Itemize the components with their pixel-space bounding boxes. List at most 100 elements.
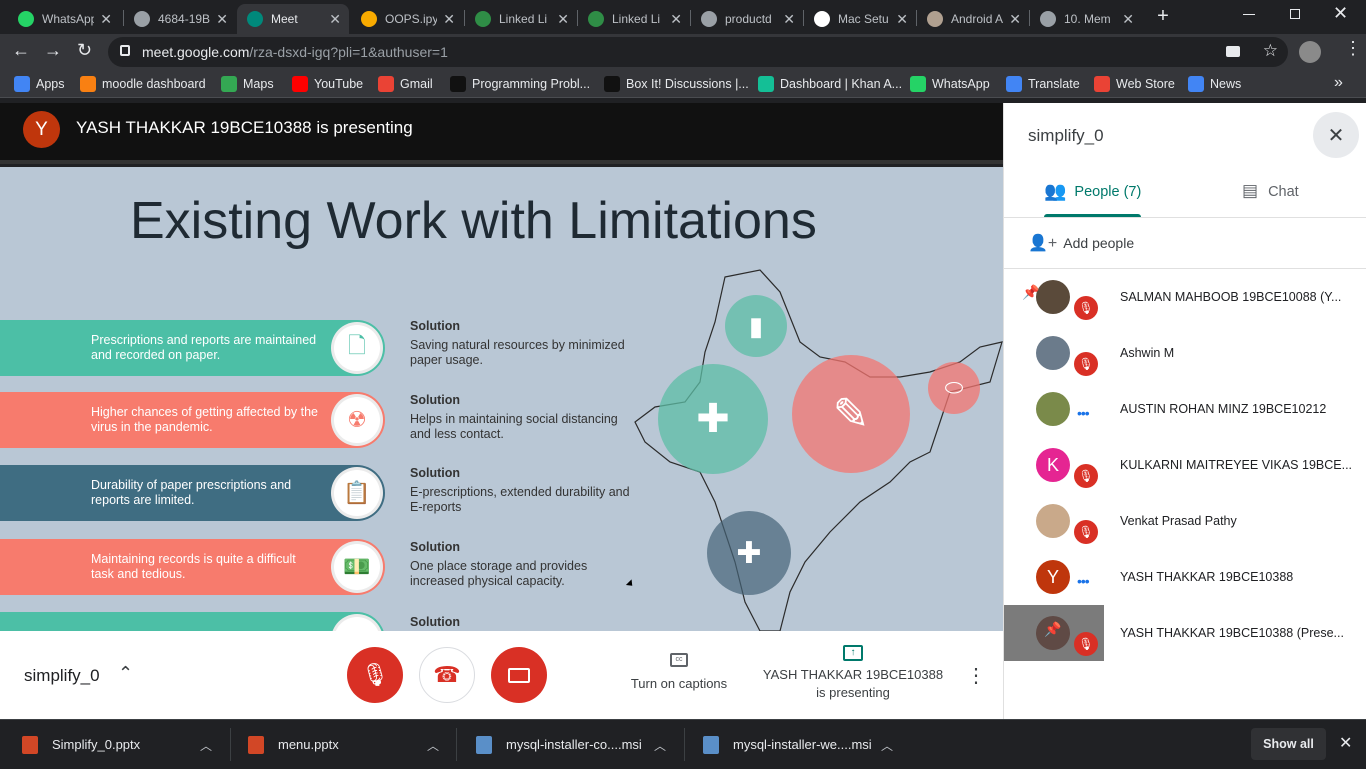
limitation-row: Durability of paper prescriptions and re… (0, 465, 385, 521)
participant-row[interactable]: 🎙 Venkat Prasad Pathy (1004, 493, 1366, 549)
new-tab-button[interactable]: + (1153, 6, 1173, 26)
tab-close-icon[interactable]: ✕ (216, 11, 228, 28)
participant-row[interactable]: 🎙 📌 SALMAN MAHBOOB 19BCE10088 (Y... (1004, 269, 1366, 325)
camera-icon[interactable] (1226, 46, 1240, 57)
forward-icon[interactable]: → (44, 40, 62, 61)
tab-close-icon[interactable]: ✕ (670, 11, 682, 28)
tab-title: OOPS.ipy (385, 12, 437, 26)
participant-row[interactable]: 🎙 📌 YASH THAKKAR 19BCE10388 (Prese... (1004, 605, 1366, 661)
bookmark-label: YouTube (314, 77, 364, 91)
bookmark-item[interactable]: Dashboard | Khan A... (758, 75, 902, 93)
microphone-muted-icon: 🎙 (1074, 464, 1098, 488)
bookmark-item[interactable]: moodle dashboard (80, 75, 206, 93)
presenting-banner: Y YASH THAKKAR 19BCE10388 is presenting (0, 103, 1003, 164)
tab-close-icon[interactable]: ✕ (1122, 11, 1134, 28)
tab-item[interactable]: productd ✕ (691, 4, 803, 34)
avatar (1036, 392, 1070, 426)
download-item[interactable]: mysql-installer-co....msi ︿ (476, 720, 686, 769)
bookmark-favicon-icon (1188, 76, 1204, 92)
bookmark-item[interactable]: YouTube (292, 75, 363, 93)
tab-item[interactable]: 4684-19B ✕ (124, 4, 236, 34)
captions-button[interactable]: cc Turn on captions (620, 653, 738, 691)
participant-row[interactable]: ••• AUSTIN ROHAN MINZ 19BCE10212 (1004, 381, 1366, 437)
bookmark-item[interactable]: Web Store (1094, 75, 1175, 93)
bookmark-item[interactable]: Maps (221, 75, 274, 93)
participant-row[interactable]: K 🎙 KULKARNI MAITREYEE VIKAS 19BCE... (1004, 437, 1366, 493)
show-all-button[interactable]: Show all (1251, 728, 1326, 760)
bookmark-favicon-icon (604, 76, 620, 92)
bookmark-item[interactable]: Box It! Discussions |... (604, 75, 749, 93)
bookmark-favicon-icon (378, 76, 394, 92)
pin-icon[interactable]: 📌 (1044, 621, 1061, 638)
back-icon[interactable]: ← (12, 40, 30, 61)
pin-icon[interactable]: 📌 (1022, 284, 1039, 301)
tab-close-icon[interactable]: ✕ (100, 11, 112, 28)
chevron-up-icon[interactable]: ︿ (200, 737, 212, 754)
camera-off-button[interactable] (491, 647, 547, 703)
leave-call-button[interactable]: ☎ (419, 647, 475, 703)
participant-row[interactable]: Y ••• YASH THAKKAR 19BCE10388 (1004, 549, 1366, 605)
participant-name: AUSTIN ROHAN MINZ 19BCE10212 (1120, 402, 1327, 416)
presenting-text: YASH THAKKAR 19BCE10388 is presenting (76, 118, 413, 137)
download-item[interactable]: Simplify_0.pptx ︿ (22, 720, 232, 769)
bookmark-label: Programming Probl... (472, 77, 591, 91)
download-item[interactable]: mysql-installer-we....msi ︿ (703, 720, 913, 769)
tab-people[interactable]: 👥 People (7) (1044, 181, 1141, 217)
meeting-name[interactable]: simplify_0 (24, 666, 100, 686)
meeting-details-chevron-icon[interactable]: ⌃ (118, 663, 133, 684)
tab-chat[interactable]: ▤ Chat (1242, 181, 1299, 201)
bookmark-item[interactable]: Gmail (378, 75, 433, 93)
limitation-text: Maintaining records is quite a difficult… (91, 552, 296, 581)
mic-off-icon: 🎙 (361, 662, 389, 687)
tab-item[interactable]: Linked Li ✕ (465, 4, 577, 34)
minimize-button[interactable] (1243, 14, 1255, 15)
panel-title: simplify_0 (1028, 126, 1104, 145)
tab-close-icon[interactable]: ✕ (443, 11, 455, 28)
tab-item[interactable]: Meet ✕ (237, 4, 349, 34)
bookmark-item[interactable]: News (1188, 75, 1241, 93)
bookmark-item[interactable]: Programming Probl... (450, 75, 590, 93)
chevron-up-icon[interactable]: ︿ (427, 737, 439, 754)
video-off-icon (508, 667, 530, 683)
presenting-status-button[interactable]: ↑ YASH THAKKAR 19BCE10388 is presenting (760, 645, 946, 700)
chevron-up-icon[interactable]: ︿ (654, 737, 666, 754)
profile-avatar[interactable] (1299, 41, 1321, 63)
present-screen-icon: ↑ (843, 645, 863, 661)
restore-button[interactable] (1290, 9, 1300, 19)
avatar: Y (1036, 560, 1070, 594)
download-item[interactable]: menu.pptx ︿ (248, 720, 458, 769)
close-window-button[interactable]: ✕ (1333, 3, 1348, 24)
close-downloads-icon[interactable]: ✕ (1339, 733, 1352, 753)
solution-title: Solution (410, 466, 460, 480)
bookmark-item[interactable]: Translate (1006, 75, 1080, 93)
more-options-icon[interactable]: ⋮ (966, 663, 986, 688)
add-people-button[interactable]: 👤+ Add people (1028, 233, 1134, 253)
microphone-off-button[interactable]: 🎙 (347, 647, 403, 703)
tab-close-icon[interactable]: ✕ (1009, 11, 1021, 28)
bookmark-item[interactable]: Apps (14, 75, 65, 93)
participant-row[interactable]: 🎙 Ashwin M (1004, 325, 1366, 381)
tab-item[interactable]: Android A ✕ (917, 4, 1029, 34)
limitation-row: Prescriptions and reports are maintained… (0, 320, 385, 376)
tab-close-icon[interactable]: ✕ (329, 11, 341, 28)
tab-item[interactable]: Mac Setu ✕ (804, 4, 916, 34)
tab-close-icon[interactable]: ✕ (557, 11, 569, 28)
menu-icon[interactable]: ⋮ (1344, 38, 1362, 59)
limitation-text: Prescriptions and reports are maintained… (91, 333, 317, 362)
file-icon (22, 735, 38, 754)
tab-item[interactable]: OOPS.ipy ✕ (351, 4, 463, 34)
reload-icon[interactable]: ↻ (77, 40, 92, 61)
tab-item[interactable]: WhatsApp ✕ (8, 4, 120, 34)
speaking-indicator: ••• (1077, 405, 1090, 421)
star-icon[interactable]: ☆ (1263, 41, 1278, 61)
close-panel-button[interactable]: ✕ (1313, 112, 1359, 158)
tab-close-icon[interactable]: ✕ (896, 11, 908, 28)
bookmark-item[interactable]: WhatsApp (910, 75, 990, 93)
tab-item[interactable]: 10. Mem ✕ (1030, 4, 1142, 34)
tab-close-icon[interactable]: ✕ (783, 11, 795, 28)
address-bar[interactable]: meet.google.com/rza-dsxd-igq?pli=1&authu… (108, 37, 1288, 67)
slide-title: Existing Work with Limitations (130, 192, 817, 250)
chevron-up-icon[interactable]: ︿ (881, 737, 893, 754)
more-bookmarks-icon[interactable]: » (1334, 74, 1343, 92)
tab-item[interactable]: Linked Li ✕ (578, 4, 690, 34)
